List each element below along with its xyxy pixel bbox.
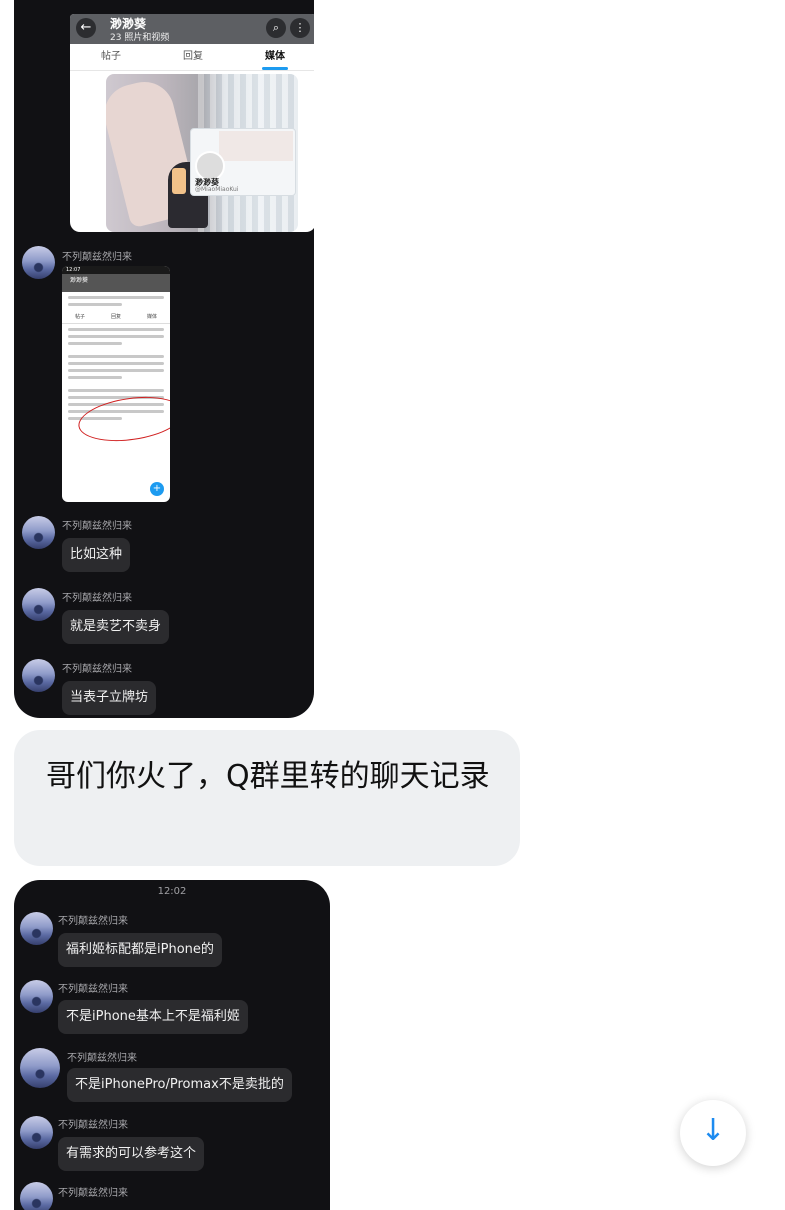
text-line bbox=[68, 328, 164, 331]
message-bubble[interactable]: 比如这种 bbox=[62, 538, 131, 572]
sender-name: 不列颠兹然归来 bbox=[62, 664, 132, 675]
profile-media-card: ← 渺渺葵 23 照片和视频 ⌕ ⋮ 帖子 回复 媒体 渺渺葵 @MiaoMia… bbox=[70, 14, 314, 232]
profile-subtitle: 23 照片和视频 bbox=[110, 33, 170, 43]
sender-name: 不列颠兹然归来 bbox=[62, 252, 132, 263]
arrow-left-icon: ← bbox=[76, 18, 96, 38]
avatar bbox=[22, 246, 55, 279]
avatar bbox=[20, 1182, 53, 1210]
message-bubble[interactable]: 福利姬标配都是iPhone的 bbox=[58, 933, 222, 967]
scroll-down-button[interactable]: ↓ bbox=[680, 1100, 746, 1166]
avatar bbox=[20, 1048, 60, 1088]
avatar bbox=[20, 1116, 53, 1149]
mini-profile-overlay: 渺渺葵 @MiaoMiaoKui bbox=[190, 128, 296, 196]
tab-posts: 帖子 bbox=[101, 51, 121, 62]
embedded-header: 渺渺葵 bbox=[62, 274, 170, 292]
more-vertical-icon: ⋮ bbox=[290, 18, 310, 38]
search-icon: ⌕ bbox=[266, 18, 286, 38]
text-line bbox=[68, 362, 164, 365]
status-bar: 12:07 bbox=[62, 266, 170, 274]
text-line bbox=[68, 296, 164, 299]
embedded-tab: 媒体 bbox=[146, 314, 157, 320]
profile-tabs: 帖子 回复 媒体 bbox=[70, 44, 314, 71]
embedded-tab: 回复 bbox=[110, 314, 121, 320]
sender-name: 不列颠兹然归来 bbox=[62, 593, 132, 604]
sender-name: 不列颠兹然归来 bbox=[58, 1120, 128, 1131]
mini-banner bbox=[219, 131, 293, 161]
mini-handle: @MiaoMiaoKui bbox=[195, 186, 239, 193]
message-bubble[interactable]: 不是iPhonePro/Promax不是卖批的 bbox=[67, 1068, 292, 1102]
sender-name: 不列颠兹然归来 bbox=[58, 1188, 128, 1199]
text-line bbox=[68, 355, 164, 358]
message-bubble[interactable]: 当表子立牌坊 bbox=[62, 681, 157, 715]
red-circle-annotation bbox=[75, 390, 170, 448]
text-line bbox=[68, 389, 164, 392]
avatar bbox=[22, 659, 55, 692]
media-photo: 渺渺葵 @MiaoMiaoKui bbox=[106, 74, 298, 232]
arrow-down-icon: ↓ bbox=[700, 1113, 726, 1148]
text-line bbox=[68, 342, 122, 345]
tab-media: 媒体 bbox=[234, 44, 314, 70]
message-bubble[interactable]: 就是卖艺不卖身 bbox=[62, 610, 170, 644]
plus-icon: + bbox=[150, 482, 164, 496]
outgoing-message-bubble[interactable]: 哥们你火了，Q群里转的聊天记录 bbox=[14, 730, 520, 866]
embedded-tab: 帖子 bbox=[74, 314, 85, 320]
embedded-tabs: 帖子 回复 媒体 bbox=[62, 310, 170, 324]
chat-screenshot-2: 12:02 不列颠兹然归来 福利姬标配都是iPhone的 不列颠兹然归来 不是i… bbox=[14, 880, 330, 1210]
avatar bbox=[20, 912, 53, 945]
timestamp: 12:02 bbox=[157, 886, 187, 897]
chat-screenshot-1: ← 渺渺葵 23 照片和视频 ⌕ ⋮ 帖子 回复 媒体 渺渺葵 @MiaoMia… bbox=[14, 0, 314, 718]
message-bubble[interactable]: 不是iPhone基本上不是福利姬 bbox=[58, 1000, 248, 1034]
avatar bbox=[22, 516, 55, 549]
phone-shape bbox=[172, 168, 186, 194]
text-line bbox=[68, 335, 164, 338]
sender-name: 不列颠兹然归来 bbox=[62, 521, 132, 532]
profile-header: ← 渺渺葵 23 照片和视频 ⌕ ⋮ bbox=[70, 14, 314, 44]
text-line bbox=[68, 303, 122, 306]
avatar bbox=[22, 588, 55, 621]
sender-name: 不列颠兹然归来 bbox=[58, 916, 128, 927]
sender-name: 不列颠兹然归来 bbox=[58, 984, 128, 995]
shared-screenshot[interactable]: 12:07 渺渺葵 帖子 回复 媒体 + bbox=[62, 266, 170, 502]
outgoing-message-text: 哥们你火了，Q群里转的聊天记录 bbox=[46, 759, 490, 794]
text-line bbox=[68, 369, 164, 372]
text-line bbox=[68, 376, 122, 379]
message-bubble[interactable]: 有需求的可以参考这个 bbox=[58, 1137, 205, 1171]
sender-name: 不列颠兹然归来 bbox=[67, 1053, 137, 1064]
tab-replies: 回复 bbox=[183, 51, 203, 62]
avatar bbox=[20, 980, 53, 1013]
